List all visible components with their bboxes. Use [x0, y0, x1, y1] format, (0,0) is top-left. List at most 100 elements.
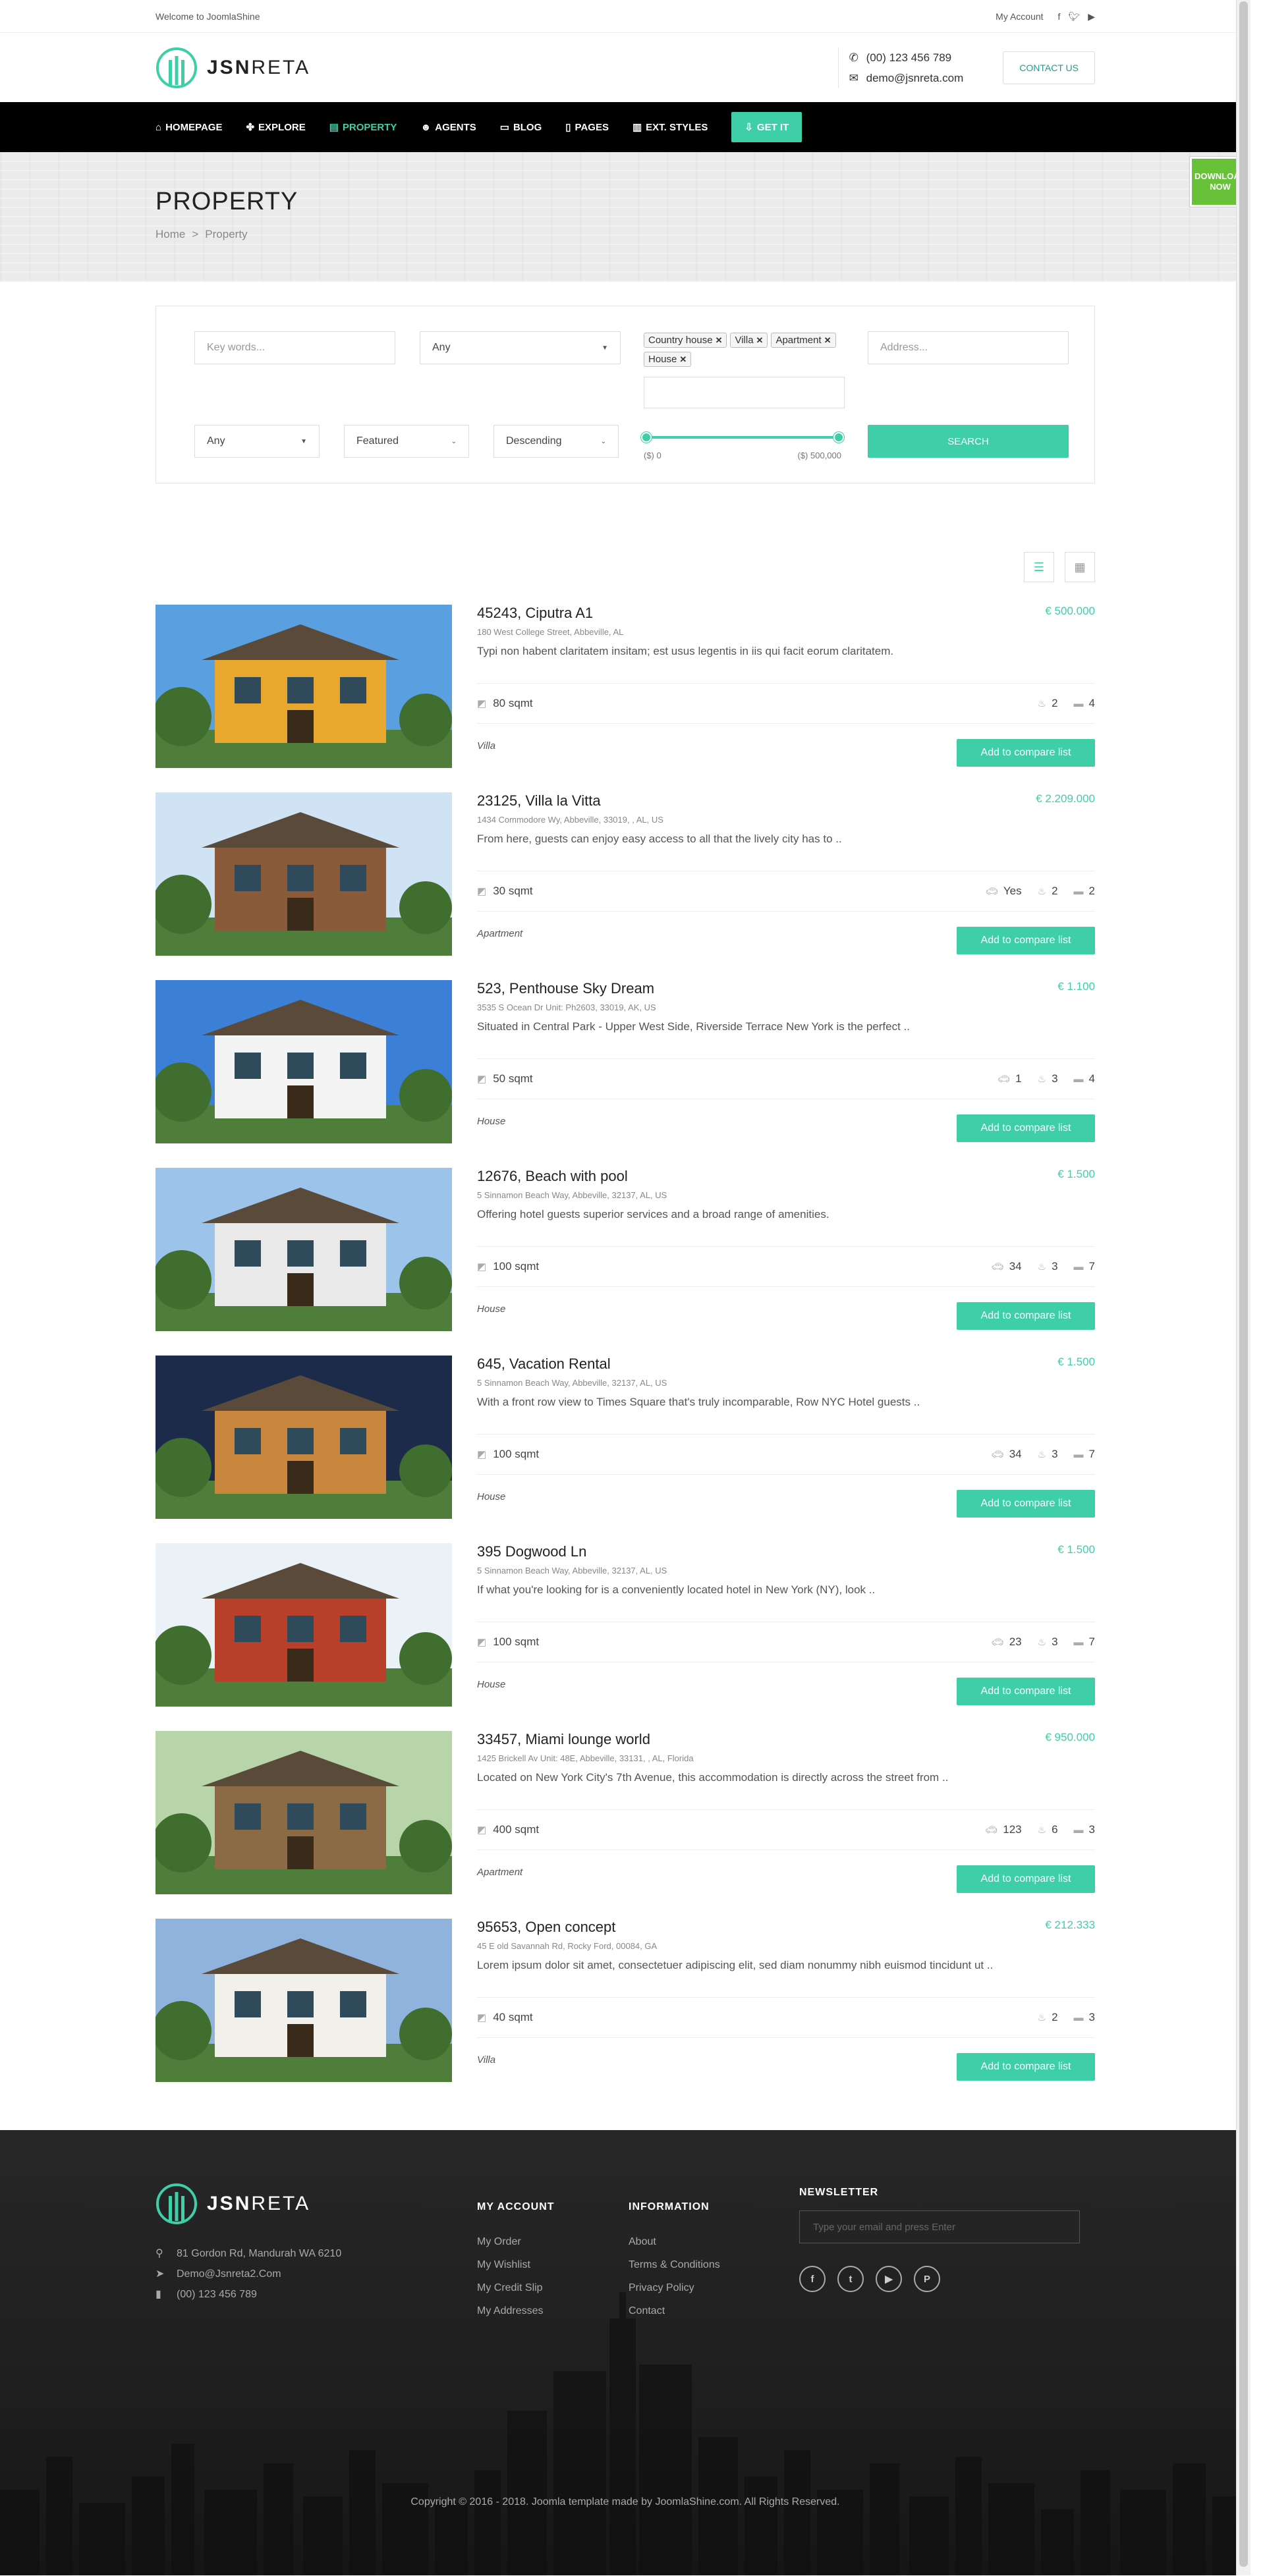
footer-link[interactable]: My Addresses — [477, 2299, 555, 2322]
direction-value: Descending — [506, 435, 562, 447]
bed-icon: ▬ — [1073, 698, 1084, 709]
site-logo[interactable]: JSNRETA — [155, 47, 310, 89]
property-image[interactable] — [155, 605, 452, 768]
search-button[interactable]: SEARCH — [868, 425, 1069, 458]
add-to-compare-button[interactable]: Add to compare list — [957, 1302, 1095, 1330]
property-image[interactable] — [155, 1731, 452, 1894]
type-tag[interactable]: Country house ✕ — [644, 333, 727, 348]
property-title[interactable]: 45243, Ciputra A1 — [477, 605, 1095, 622]
status-select[interactable]: Any ▼ — [420, 331, 621, 364]
direction-select[interactable]: Descending ⌄ — [493, 425, 619, 458]
footer-link[interactable]: About — [629, 2230, 720, 2253]
keywords-input[interactable]: Key words... — [194, 331, 395, 364]
property-title[interactable]: 33457, Miami lounge world — [477, 1731, 1095, 1748]
bed-feature: ▬ 7 — [1074, 1260, 1095, 1273]
garage-feature: 🚗︎ 23 — [992, 1635, 1022, 1649]
remove-tag-icon[interactable]: ✕ — [679, 354, 687, 364]
remove-tag-icon[interactable]: ✕ — [756, 335, 764, 345]
add-to-compare-button[interactable]: Add to compare list — [957, 927, 1095, 954]
twitter-icon[interactable]: 🐦︎ — [1068, 11, 1080, 22]
property-image[interactable] — [155, 1543, 452, 1707]
header-email[interactable]: demo@jsnreta.com — [866, 72, 964, 84]
footer-link[interactable]: Contact — [629, 2299, 720, 2322]
bathtub-icon: ♨ — [1037, 1261, 1047, 1273]
nav-item-label: HOMEPAGE — [165, 121, 223, 133]
footer-link[interactable]: My Credit Slip — [477, 2276, 555, 2299]
bath-feature: ♨ 3 — [1038, 1448, 1058, 1461]
scrollbar-thumb[interactable] — [1239, 1, 1248, 2567]
contact-us-button[interactable]: CONTACT US — [1003, 51, 1095, 84]
nav-item-blog[interactable]: ▭ BLOG — [500, 121, 542, 134]
property-meta: ◩ 40 sqmt ♨ 2 ▬ 3 — [477, 1997, 1095, 2038]
add-to-compare-button[interactable]: Add to compare list — [957, 1678, 1095, 1705]
property-title[interactable]: 12676, Beach with pool — [477, 1168, 1095, 1185]
chevron-down-icon: ⌄ — [451, 437, 457, 445]
facebook-icon[interactable]: f — [1058, 11, 1061, 22]
list-view-icon[interactable]: ☰ — [1024, 552, 1054, 582]
property-image[interactable] — [155, 980, 452, 1143]
newsletter-email-input[interactable]: Type your email and press Enter — [799, 2210, 1080, 2243]
add-to-compare-button[interactable]: Add to compare list — [957, 1865, 1095, 1893]
bed-feature: ▬ 7 — [1074, 1635, 1095, 1649]
area-icon: ◩ — [477, 1074, 487, 1085]
price-max-handle[interactable] — [833, 432, 844, 443]
order-by-select[interactable]: Featured ⌄ — [344, 425, 469, 458]
property-title[interactable]: 523, Penthouse Sky Dream — [477, 980, 1095, 997]
my-account-link[interactable]: My Account — [996, 11, 1043, 22]
nav-item-pages[interactable]: ▯ PAGES — [565, 121, 609, 134]
price-min-handle[interactable] — [641, 432, 652, 443]
add-to-compare-button[interactable]: Add to compare list — [957, 1114, 1095, 1142]
facebook-icon[interactable]: f — [799, 2266, 826, 2292]
add-to-compare-button[interactable]: Add to compare list — [957, 739, 1095, 767]
type-tag[interactable]: House ✕ — [644, 352, 692, 367]
address-input[interactable]: Address... — [868, 331, 1069, 364]
nav-item-explore[interactable]: ✤ EXPLORE — [246, 121, 305, 134]
grid-view-icon[interactable]: ▦ — [1065, 552, 1095, 582]
footer-link[interactable]: My Order — [477, 2230, 555, 2253]
twitter-icon[interactable]: t — [837, 2266, 864, 2292]
bath-value: 2 — [1052, 697, 1058, 709]
pinterest-icon[interactable]: P — [914, 2266, 940, 2292]
property-card: 523, Penthouse Sky Dream € 1.100 3535 S Oc… — [155, 980, 1095, 1168]
property-image[interactable] — [155, 1356, 452, 1519]
category-select[interactable]: Any ▼ — [194, 425, 320, 458]
property-image[interactable] — [155, 1168, 452, 1331]
nav-item-homepage[interactable]: ⌂ HOMEPAGE — [155, 122, 222, 133]
youtube-icon[interactable]: ▶ — [876, 2266, 902, 2292]
price-range-track[interactable] — [641, 432, 844, 443]
property-title[interactable]: 395 Dogwood Ln — [477, 1543, 1095, 1560]
footer-link[interactable]: Privacy Policy — [629, 2276, 720, 2299]
add-to-compare-button[interactable]: Add to compare list — [957, 2053, 1095, 2081]
nav-item-property[interactable]: ▤ PROPERTY — [329, 121, 397, 134]
page-scrollbar[interactable] — [1236, 0, 1251, 2575]
property-title[interactable]: 23125, Villa la Vitta — [477, 792, 1095, 809]
nav-item-ext-styles[interactable]: ▥ EXT. STYLES — [632, 121, 708, 134]
price-range-slider[interactable]: ($) 0 ($) 500,000 — [641, 429, 844, 460]
remove-tag-icon[interactable]: ✕ — [716, 335, 723, 345]
youtube-icon[interactable]: ▶ — [1088, 11, 1095, 22]
footer-email[interactable]: Demo@Jsnreta2.Com — [177, 2268, 281, 2280]
area-value: 100 sqmt — [493, 1448, 540, 1460]
footer-social: f t ▶ P — [799, 2266, 1080, 2292]
breadcrumb-home[interactable]: Home — [155, 228, 185, 240]
get-it-button[interactable]: ⇩ GET IT — [731, 112, 802, 142]
property-title[interactable]: 95653, Open concept — [477, 1919, 1095, 1936]
property-photo — [155, 1543, 452, 1707]
nav-item-agents[interactable]: ☻ AGENTS — [420, 122, 476, 133]
copyright-text: Copyright © 2016 - 2018. Joomla template… — [410, 2496, 840, 2507]
type-tag[interactable]: Villa ✕ — [730, 333, 768, 348]
type-tag[interactable]: Apartment ✕ — [771, 333, 836, 348]
site-header: JSNRETA ✆ (00) 123 456 789 ✉ demo@jsnreta.… — [0, 33, 1251, 102]
property-title[interactable]: 645, Vacation Rental — [477, 1356, 1095, 1373]
footer-link[interactable]: Terms & Conditions — [629, 2253, 720, 2276]
add-to-compare-button[interactable]: Add to compare list — [957, 1490, 1095, 1518]
bed-feature: ▬ 7 — [1074, 1448, 1095, 1461]
property-image[interactable] — [155, 792, 452, 956]
footer-link[interactable]: My Wishlist — [477, 2253, 555, 2276]
type-tags: Country house ✕ Villa ✕ Apartment ✕ House ✕ — [644, 333, 845, 371]
property-image[interactable] — [155, 1919, 452, 2082]
type-tag-input[interactable] — [644, 377, 845, 408]
footer-logo[interactable]: JSNRETA — [155, 2183, 341, 2225]
envelope-icon: ✉ — [849, 71, 858, 84]
remove-tag-icon[interactable]: ✕ — [824, 335, 831, 345]
